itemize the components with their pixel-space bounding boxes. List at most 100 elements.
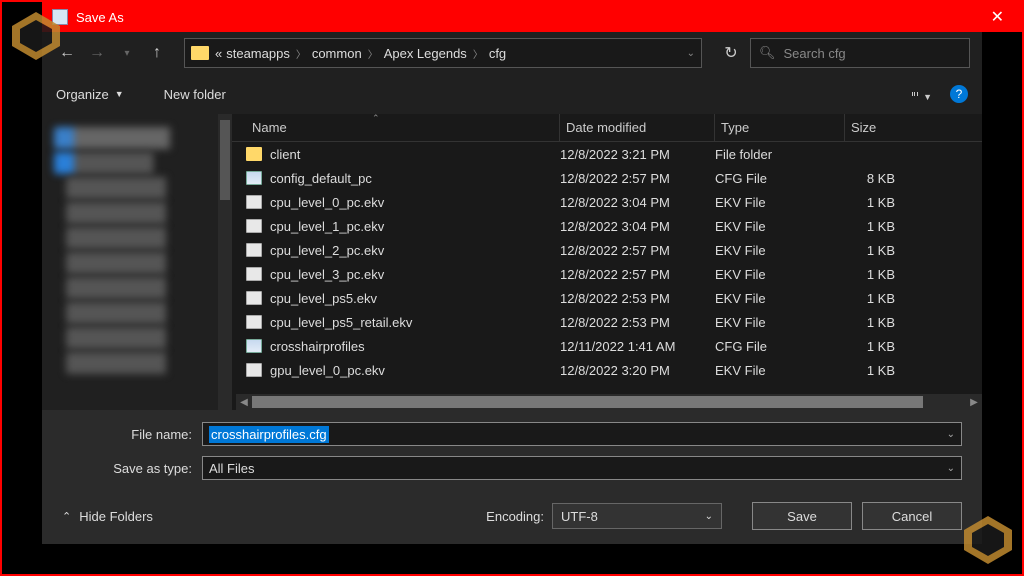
file-icon bbox=[246, 339, 262, 353]
file-row[interactable]: cpu_level_ps5.ekv12/8/2022 2:53 PMEKV Fi… bbox=[232, 286, 982, 310]
sidebar-scrollbar[interactable] bbox=[218, 114, 232, 410]
file-type: EKV File bbox=[715, 243, 845, 258]
file-name: cpu_level_ps5.ekv bbox=[270, 291, 560, 306]
file-icon bbox=[246, 315, 262, 329]
sidebar-item[interactable] bbox=[66, 227, 220, 249]
file-icon bbox=[246, 243, 262, 257]
folder-icon bbox=[191, 46, 209, 60]
chevron-down-icon[interactable]: ⌄ bbox=[947, 463, 955, 474]
sidebar-item[interactable] bbox=[54, 152, 220, 174]
file-name: gpu_level_0_pc.ekv bbox=[270, 363, 560, 378]
file-date: 12/8/2022 2:53 PM bbox=[560, 315, 715, 330]
file-name: crosshairprofiles bbox=[270, 339, 560, 354]
sidebar-item[interactable] bbox=[66, 202, 220, 224]
file-date: 12/8/2022 3:21 PM bbox=[560, 147, 715, 162]
folder-icon bbox=[246, 147, 262, 161]
chevron-down-icon: ▼ bbox=[923, 92, 932, 96]
column-header-type[interactable]: Type bbox=[715, 114, 845, 141]
sidebar-item[interactable] bbox=[66, 302, 220, 324]
sidebar-item[interactable] bbox=[66, 352, 220, 374]
filename-value: crosshairprofiles.cfg bbox=[209, 426, 329, 443]
file-date: 12/8/2022 3:04 PM bbox=[560, 219, 715, 234]
file-type: EKV File bbox=[715, 195, 845, 210]
file-icon bbox=[246, 171, 262, 185]
file-date: 12/8/2022 3:04 PM bbox=[560, 195, 715, 210]
nav-forward-button[interactable]: → bbox=[84, 40, 110, 66]
nav-recent-dropdown[interactable]: ▾ bbox=[114, 40, 140, 66]
cancel-button[interactable]: Cancel bbox=[862, 502, 962, 530]
file-row[interactable]: gpu_level_0_pc.ekv12/8/2022 3:20 PMEKV F… bbox=[232, 358, 982, 382]
breadcrumb-seg[interactable]: common bbox=[312, 46, 362, 61]
file-type: EKV File bbox=[715, 291, 845, 306]
hide-folders-toggle[interactable]: ⌃ Hide Folders bbox=[62, 509, 153, 524]
breadcrumb-seg[interactable]: steamapps bbox=[226, 46, 290, 61]
address-dropdown-icon[interactable]: ⌄ bbox=[687, 48, 695, 59]
file-name: client bbox=[270, 147, 560, 162]
file-row[interactable]: cpu_level_ps5_retail.ekv12/8/2022 2:53 P… bbox=[232, 310, 982, 334]
chevron-right-icon: 〉 bbox=[368, 46, 378, 61]
file-size: 1 KB bbox=[845, 243, 895, 258]
file-name: cpu_level_3_pc.ekv bbox=[270, 267, 560, 282]
new-folder-button[interactable]: New folder bbox=[164, 87, 226, 102]
saveastype-select[interactable]: All Files ⌄ bbox=[202, 456, 962, 480]
sidebar-item[interactable] bbox=[66, 252, 220, 274]
file-type: EKV File bbox=[715, 219, 845, 234]
file-date: 12/11/2022 1:41 AM bbox=[560, 339, 715, 354]
encoding-label: Encoding: bbox=[486, 509, 544, 524]
close-button[interactable]: ✕ bbox=[983, 7, 1012, 27]
file-icon bbox=[246, 291, 262, 305]
file-icon bbox=[246, 195, 262, 209]
file-name: cpu_level_1_pc.ekv bbox=[270, 219, 560, 234]
address-bar[interactable]: « steamapps 〉 common 〉 Apex Legends 〉 cf… bbox=[184, 38, 702, 68]
file-row[interactable]: cpu_level_2_pc.ekv12/8/2022 2:57 PMEKV F… bbox=[232, 238, 982, 262]
breadcrumb-seg[interactable]: cfg bbox=[489, 46, 506, 61]
file-size: 8 KB bbox=[845, 171, 895, 186]
encoding-select[interactable]: UTF-8 ⌄ bbox=[552, 503, 722, 529]
file-name: cpu_level_ps5_retail.ekv bbox=[270, 315, 560, 330]
file-size: 1 KB bbox=[845, 339, 895, 354]
search-input[interactable]: 🔍︎ Search cfg bbox=[750, 38, 970, 68]
view-options-button[interactable]: ▼ bbox=[912, 86, 932, 102]
nav-up-button[interactable]: ↑ bbox=[144, 40, 170, 66]
search-icon: 🔍︎ bbox=[759, 45, 776, 61]
file-row[interactable]: cpu_level_3_pc.ekv12/8/2022 2:57 PMEKV F… bbox=[232, 262, 982, 286]
file-type: EKV File bbox=[715, 315, 845, 330]
window-title: Save As bbox=[76, 10, 983, 25]
chevron-right-icon: 〉 bbox=[473, 46, 483, 61]
file-row[interactable]: cpu_level_1_pc.ekv12/8/2022 3:04 PMEKV F… bbox=[232, 214, 982, 238]
chevron-down-icon[interactable]: ⌄ bbox=[947, 429, 955, 440]
search-placeholder: Search cfg bbox=[784, 46, 846, 61]
save-button[interactable]: Save bbox=[752, 502, 852, 530]
filename-input[interactable]: crosshairprofiles.cfg ⌄ bbox=[202, 422, 962, 446]
file-date: 12/8/2022 2:57 PM bbox=[560, 243, 715, 258]
file-date: 12/8/2022 2:57 PM bbox=[560, 171, 715, 186]
file-row[interactable]: crosshairprofiles12/11/2022 1:41 AMCFG F… bbox=[232, 334, 982, 358]
file-date: 12/8/2022 3:20 PM bbox=[560, 363, 715, 378]
watermark-logo bbox=[958, 510, 1018, 570]
refresh-button[interactable]: ↻ bbox=[716, 43, 746, 63]
file-icon bbox=[246, 267, 262, 281]
file-size: 1 KB bbox=[845, 195, 895, 210]
file-date: 12/8/2022 2:53 PM bbox=[560, 291, 715, 306]
organize-menu[interactable]: Organize ▼ bbox=[56, 87, 124, 102]
column-header-size[interactable]: Size bbox=[845, 114, 905, 141]
file-icon bbox=[246, 363, 262, 377]
horizontal-scrollbar[interactable]: ◀▶ bbox=[236, 394, 982, 410]
file-row[interactable]: config_default_pc12/8/2022 2:57 PMCFG Fi… bbox=[232, 166, 982, 190]
titlebar: Save As ✕ bbox=[42, 2, 1022, 32]
file-type: EKV File bbox=[715, 267, 845, 282]
file-name: cpu_level_2_pc.ekv bbox=[270, 243, 560, 258]
sidebar-item[interactable] bbox=[54, 127, 220, 149]
file-type: CFG File bbox=[715, 171, 845, 186]
help-button[interactable]: ? bbox=[950, 85, 968, 103]
file-size: 1 KB bbox=[845, 267, 895, 282]
file-name: cpu_level_0_pc.ekv bbox=[270, 195, 560, 210]
file-row[interactable]: cpu_level_0_pc.ekv12/8/2022 3:04 PMEKV F… bbox=[232, 190, 982, 214]
sidebar-item[interactable] bbox=[66, 277, 220, 299]
breadcrumb-seg[interactable]: Apex Legends bbox=[384, 46, 467, 61]
sidebar-item[interactable] bbox=[66, 327, 220, 349]
column-header-name[interactable]: Name bbox=[246, 114, 560, 141]
sidebar-item[interactable] bbox=[66, 177, 220, 199]
file-row[interactable]: client12/8/2022 3:21 PMFile folder bbox=[232, 142, 982, 166]
column-header-date[interactable]: Date modified bbox=[560, 114, 715, 141]
